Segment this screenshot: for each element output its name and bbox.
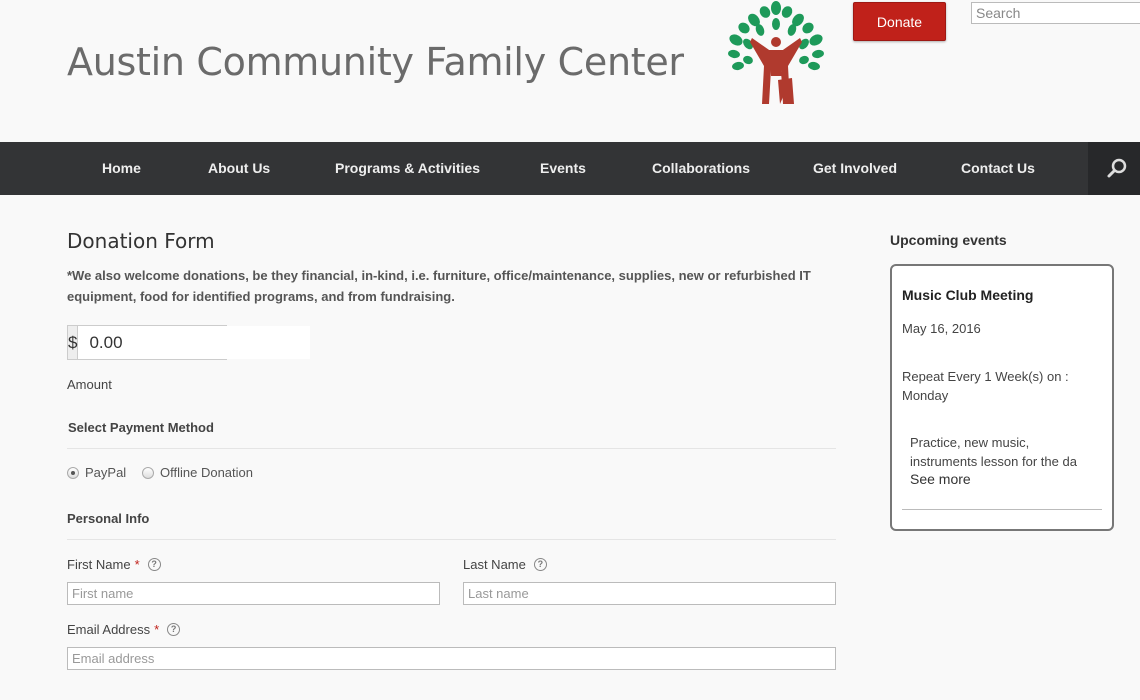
nav-search-button[interactable]: [1088, 142, 1140, 195]
first-name-label: First Name * ?: [67, 557, 161, 572]
upcoming-events-title: Upcoming events: [890, 232, 1007, 248]
nav-item-contact-us[interactable]: Contact Us: [961, 142, 1035, 195]
nav-item-events[interactable]: Events: [540, 142, 586, 195]
offline-label[interactable]: Offline Donation: [160, 465, 253, 480]
event-description-line: Practice, new music,: [910, 435, 1030, 450]
help-icon[interactable]: ?: [533, 558, 547, 571]
currency-symbol: $: [68, 326, 79, 359]
paypal-radio[interactable]: [67, 466, 79, 479]
see-more-link[interactable]: See more: [910, 471, 971, 487]
divider: [67, 539, 836, 540]
search-input[interactable]: [971, 2, 1140, 24]
payment-option-offline[interactable]: Offline Donation: [142, 465, 253, 480]
first-name-label-text: First Name: [67, 557, 131, 572]
event-description: Practice, new music, instruments lesson …: [910, 433, 1100, 471]
last-name-input[interactable]: [463, 582, 836, 605]
form-title: Donation Form: [67, 229, 215, 253]
event-date: May 16, 2016: [902, 321, 981, 336]
personal-info-heading: Personal Info: [67, 511, 150, 526]
payment-method-heading: Select Payment Method: [68, 420, 214, 435]
nav-item-collaborations[interactable]: Collaborations: [652, 142, 750, 195]
amount-field: $: [67, 325, 311, 360]
event-description-line: instruments lesson for the da: [910, 454, 1077, 469]
nav-item-programs-activities[interactable]: Programs & Activities: [335, 142, 480, 195]
search-icon: [1107, 158, 1127, 178]
main-nav: Home About Us Programs & Activities Even…: [0, 142, 1140, 195]
last-name-label: Last Name ?: [463, 557, 547, 572]
required-mark: *: [154, 622, 160, 637]
help-icon[interactable]: ?: [167, 623, 181, 636]
site-header: Austin Community Family Center Donate Se…: [0, 0, 1140, 142]
event-title[interactable]: Music Club Meeting: [902, 287, 1033, 303]
event-repeat: Repeat Every 1 Week(s) on : Monday: [902, 369, 1069, 403]
donate-button[interactable]: Donate: [853, 2, 946, 41]
payment-option-paypal[interactable]: PayPal: [67, 465, 126, 480]
help-icon[interactable]: ?: [147, 558, 161, 571]
nav-item-get-involved[interactable]: Get Involved: [813, 142, 897, 195]
divider: [67, 448, 836, 449]
amount-label: Amount: [67, 377, 112, 392]
nav-item-home[interactable]: Home: [102, 142, 141, 195]
site-title[interactable]: Austin Community Family Center: [67, 40, 684, 84]
donation-note: *We also welcome donations, be they fina…: [67, 268, 811, 304]
offline-radio[interactable]: [142, 466, 154, 479]
event-card: Music Club Meeting May 16, 2016 Repeat E…: [890, 264, 1114, 531]
email-label-text: Email Address: [67, 622, 151, 637]
last-name-label-text: Last Name: [463, 557, 526, 572]
paypal-label[interactable]: PayPal: [85, 465, 126, 480]
email-label: Email Address * ?: [67, 622, 181, 637]
nav-item-about-us[interactable]: About Us: [208, 142, 270, 195]
tree-logo-icon[interactable]: [722, 0, 830, 106]
first-name-input[interactable]: [67, 582, 440, 605]
email-input[interactable]: [67, 647, 836, 670]
required-mark: *: [134, 557, 140, 572]
amount-input[interactable]: [78, 326, 311, 359]
divider: [902, 509, 1102, 510]
